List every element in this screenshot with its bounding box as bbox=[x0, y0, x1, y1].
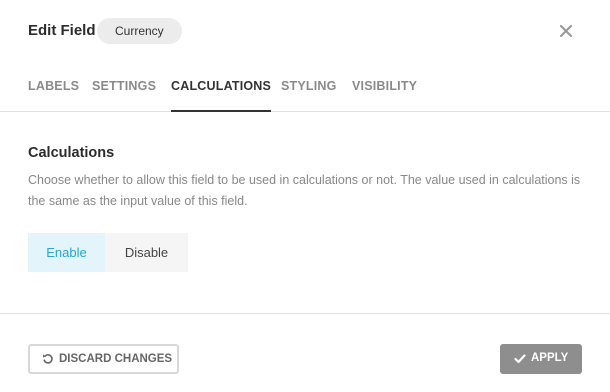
close-icon[interactable] bbox=[557, 22, 575, 40]
dialog-title: Edit Field bbox=[28, 22, 96, 39]
apply-label: APPLY bbox=[531, 352, 569, 364]
tab-settings[interactable]: SETTINGS bbox=[92, 79, 156, 112]
apply-button[interactable]: APPLY bbox=[500, 344, 582, 374]
tab-styling[interactable]: STYLING bbox=[281, 79, 337, 112]
footer-divider bbox=[0, 313, 610, 314]
section-title: Calculations bbox=[28, 145, 115, 161]
undo-icon bbox=[43, 354, 53, 364]
field-type-badge: Currency bbox=[97, 18, 182, 44]
section-description: Choose whether to allow this field to be… bbox=[28, 173, 581, 208]
tab-labels[interactable]: LABELS bbox=[28, 79, 79, 112]
checkmark-icon bbox=[514, 354, 526, 364]
tab-visibility[interactable]: VISIBILITY bbox=[352, 79, 417, 112]
enable-button[interactable]: Enable bbox=[28, 233, 105, 272]
dialog-header: Edit Field Currency bbox=[0, 0, 610, 62]
calculations-toggle: Enable Disable bbox=[28, 233, 188, 272]
tab-bar: LABELS SETTINGS CALCULATIONS STYLING VIS… bbox=[0, 62, 610, 112]
discard-changes-button[interactable]: DISCARD CHANGES bbox=[28, 344, 179, 374]
tab-calculations[interactable]: CALCULATIONS bbox=[171, 79, 272, 112]
discard-changes-label: DISCARD CHANGES bbox=[59, 353, 173, 365]
edit-field-dialog: Edit Field Currency LABELS SETTINGS CALC… bbox=[0, 0, 610, 392]
disable-button[interactable]: Disable bbox=[105, 233, 188, 272]
